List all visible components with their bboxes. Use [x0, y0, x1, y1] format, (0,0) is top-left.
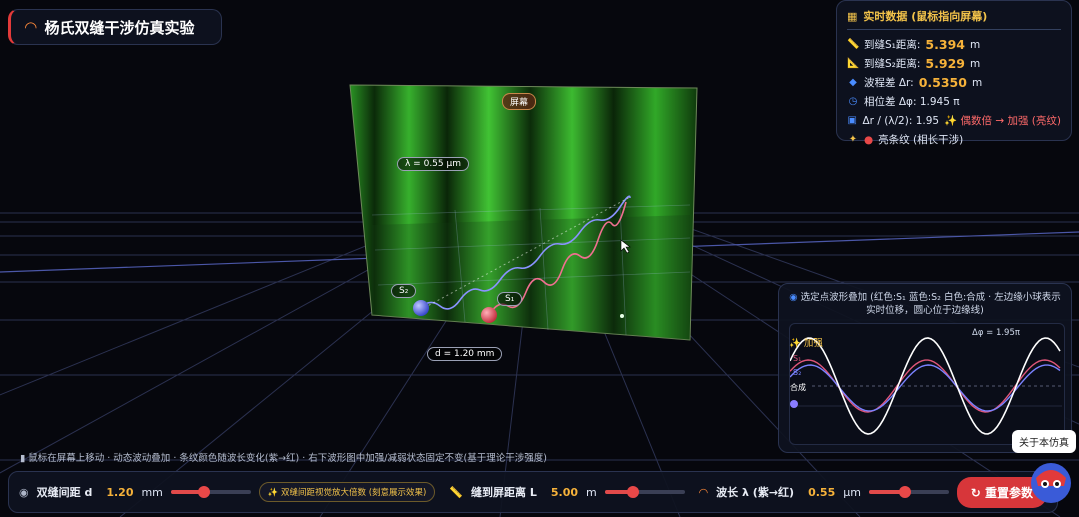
- wavelength-unit: μm: [843, 485, 861, 499]
- chart-icon: ▦: [847, 9, 858, 23]
- ratio-result: ✨ 偶数倍 → 加强 (亮纹): [944, 115, 1061, 127]
- screen-label: 屏幕: [502, 93, 537, 110]
- globe-icon: ◉: [789, 292, 801, 303]
- phase-label: 相位差 Δφ: 1.945 π: [864, 96, 960, 108]
- r1-value: 5.394: [925, 37, 965, 52]
- r1-unit: m: [969, 38, 981, 51]
- dr-label: 波程差 Δr:: [864, 77, 914, 89]
- slit-distance-tag: d = 1.20 mm: [427, 347, 503, 361]
- title-card: ◠ 杨氏双缝干涉仿真实验: [8, 9, 222, 45]
- wave-phase-label: Δφ = 1.95π: [972, 328, 1020, 338]
- ruler-icon: 📏: [449, 485, 464, 499]
- screen-shadow-floor: [372, 215, 690, 340]
- dr-unit: m: [971, 76, 983, 89]
- circle-icon: ◉: [19, 485, 29, 499]
- wavelength-slider[interactable]: [868, 486, 949, 498]
- wave-s1-label: S₁: [793, 354, 802, 363]
- slit-unit: mm: [141, 485, 163, 499]
- slit-label: 双缝间距 d: [36, 486, 93, 499]
- r2-value: 5.929: [925, 56, 965, 71]
- data-panel-header: 实时数据 (鼠标指向屏幕): [863, 10, 988, 23]
- distance-slider[interactable]: [604, 486, 685, 498]
- s2-wave-curve: [789, 364, 1061, 412]
- s2-label: S₂: [391, 284, 417, 298]
- wave-superposition-panel: ◉ 选定点波形叠加 (红色:S₁ 蓝色:S₂ 白色:合成 · 左边缘小球表示实时…: [778, 283, 1072, 453]
- slit-s2-ball: [413, 300, 429, 316]
- distance-value: 5.00: [550, 485, 579, 499]
- wave-panel-header: 选定点波形叠加 (红色:S₁ 蓝色:S₂ 白色:合成 · 左边缘小球表示实时位移…: [800, 292, 1061, 316]
- distance-unit: m: [586, 485, 597, 499]
- wavelength-value: 0.55: [808, 485, 836, 499]
- wavelength-label: 波长 λ (紫→红): [716, 486, 795, 499]
- rainbow-icon: ◠: [698, 485, 709, 499]
- r2-label: 到缝S₂距离:: [864, 58, 921, 70]
- wavelength-tag: λ = 0.55 μm: [397, 157, 469, 171]
- lightbulb-icon: ✦: [848, 134, 858, 145]
- strengthen-label: ✨ 加强: [789, 338, 823, 349]
- wave-sum-label: 合成: [790, 383, 806, 392]
- pointer-target-dot: [620, 314, 624, 318]
- wave-plot: [789, 323, 1065, 445]
- distance-label: 缝到屏距离 L: [471, 486, 537, 499]
- wave-s2-label: S₂: [793, 368, 802, 377]
- control-bar: ◉ 双缝间距 d 1.20 mm ✨ 双缝间距视觉放大倍数 (刻意展示效果) 📏…: [8, 471, 1058, 513]
- diamond-icon: ◆: [849, 77, 857, 88]
- page-title: 杨氏双缝干涉仿真实验: [44, 18, 195, 37]
- ratio-label: Δr / (λ/2): 1.95: [862, 114, 940, 127]
- slit-s1-ball: [481, 307, 497, 323]
- r2-unit: m: [969, 57, 981, 70]
- about-button[interactable]: 关于本仿真: [1012, 430, 1076, 453]
- dr-value: 0.5350: [918, 75, 967, 90]
- magnify-hint: ✨ 双缝间距视觉放大倍数 (刻意展示效果): [258, 482, 436, 502]
- grid-icon: ▣: [847, 115, 857, 126]
- slit-slider[interactable]: [170, 486, 251, 498]
- red-dot-icon: ●: [864, 133, 874, 146]
- ruler-icon: 📏: [847, 39, 860, 50]
- mascot-icon[interactable]: [1026, 456, 1076, 506]
- s1-label: S₁: [497, 292, 523, 306]
- rainbow-icon: ◠: [25, 18, 37, 36]
- triangle-ruler-icon: 📐: [847, 58, 860, 69]
- footer-hint: ▮ 鼠标在屏幕上移动 · 动态波动叠加 · 条纹颜色随波长变化(紫→红) · 右…: [20, 453, 547, 464]
- slit-value: 1.20: [106, 485, 134, 499]
- phase-icon: ◷: [848, 96, 858, 107]
- displacement-ball: [790, 400, 798, 408]
- fringe-label: 亮条纹 (相长干涉): [878, 134, 964, 146]
- realtime-data-panel: ▦ 实时数据 (鼠标指向屏幕) 📏 到缝S₁距离: 5.394 m 📐 到缝S₂距离: 5.…: [836, 0, 1072, 146]
- r1-label: 到缝S₁距离:: [864, 39, 921, 51]
